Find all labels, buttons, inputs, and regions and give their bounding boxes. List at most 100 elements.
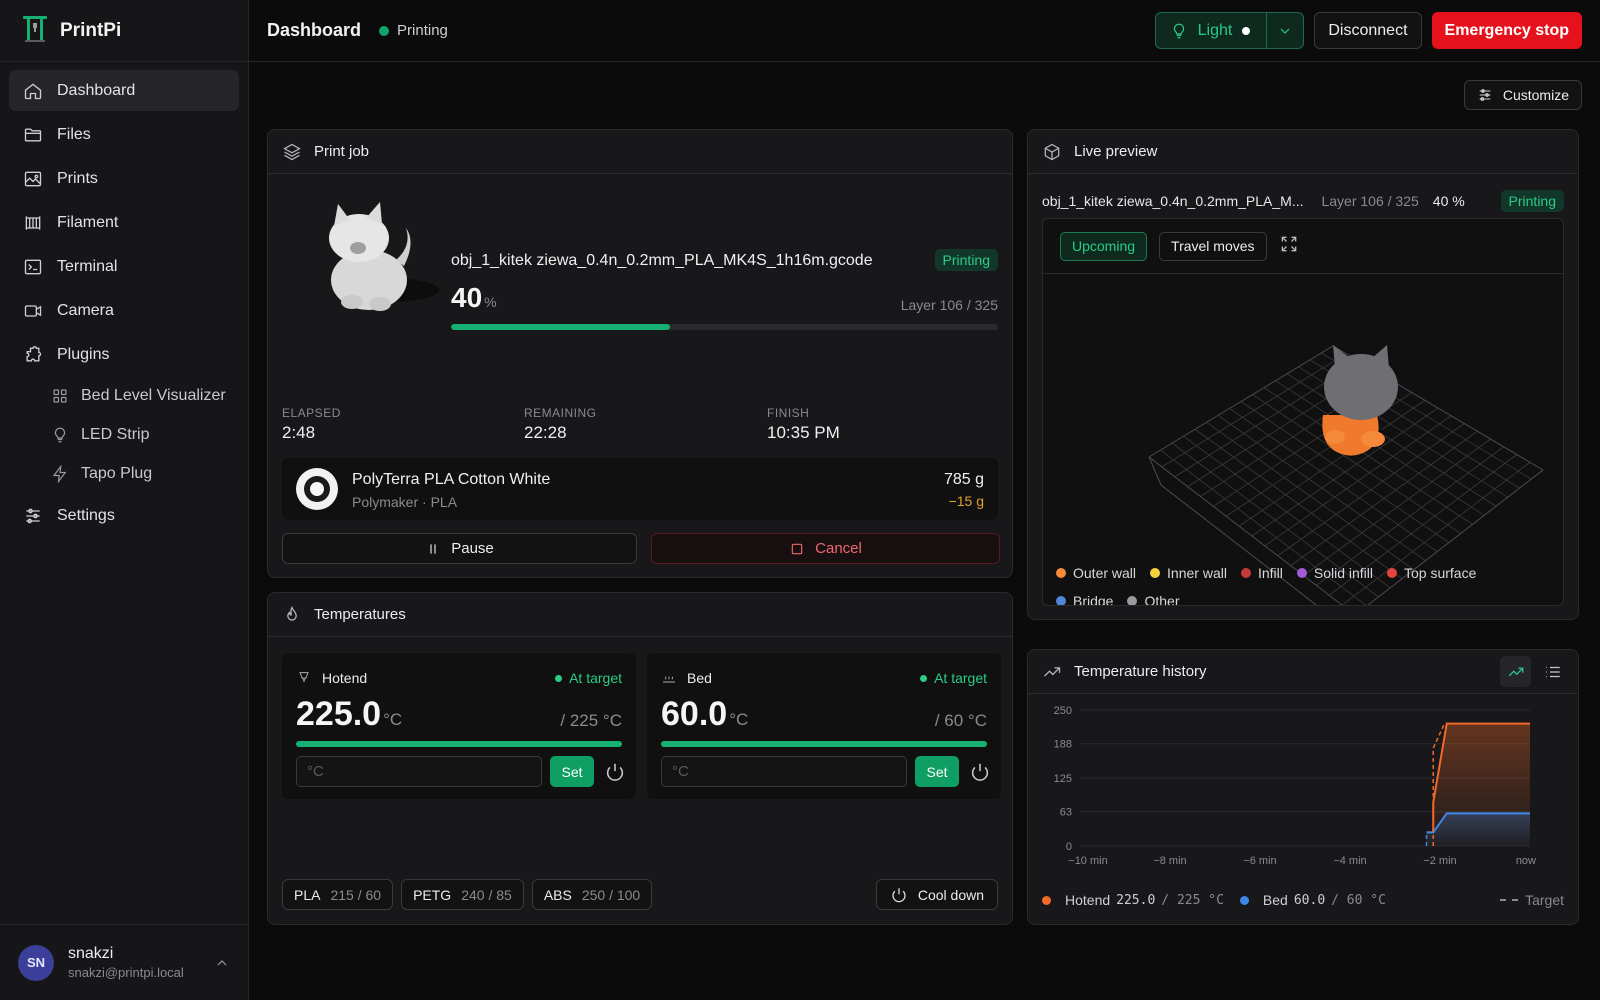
chart-view-button[interactable]	[1500, 656, 1531, 687]
sidebar-item-label: Plugins	[57, 345, 110, 363]
job-progress-fill	[451, 324, 670, 330]
y-tick-label: 125	[1054, 773, 1072, 785]
gcode-viewport[interactable]: Upcoming Travel moves Outer wall Inner w…	[1042, 218, 1564, 606]
bed-temp-input[interactable]	[661, 756, 907, 787]
light-menu-button[interactable]	[1266, 13, 1303, 48]
fullscreen-button[interactable]	[1279, 234, 1299, 258]
status-badge: Printing	[1500, 190, 1564, 212]
cool-down-button[interactable]: Cool down	[875, 879, 998, 910]
user-info: snakzi snakzi@printpi.local	[68, 945, 200, 980]
sidebar-item-terminal[interactable]: Terminal	[9, 246, 239, 287]
light-toggle-button[interactable]: Light	[1156, 13, 1267, 48]
folder-icon	[24, 128, 42, 141]
sidebar-item-bed-level-visualizer[interactable]: Bed Level Visualizer	[9, 378, 239, 414]
disconnect-button[interactable]: Disconnect	[1314, 12, 1422, 49]
cancel-button[interactable]: Cancel	[651, 533, 1000, 564]
home-icon	[24, 82, 42, 99]
legend-target: / 225 °C	[1161, 892, 1224, 908]
y-tick-label: 250	[1054, 705, 1072, 717]
temp-value: 225.0	[296, 695, 382, 733]
bed-off-button[interactable]	[969, 761, 991, 783]
stat-value: 10:35 PM	[767, 423, 840, 442]
puzzle-icon	[26, 345, 42, 361]
sidebar-item-dashboard[interactable]: Dashboard	[9, 70, 239, 111]
temperature-history-card: Temperature history 0 63 125 188 250 −10 min −…	[1027, 649, 1579, 925]
legend-item: Other	[1127, 593, 1180, 606]
hotend-set-button[interactable]: Set	[550, 756, 594, 787]
sidebar-item-led-strip[interactable]: LED Strip	[9, 417, 239, 453]
history-view-toggle	[1500, 656, 1568, 687]
chevron-up-icon[interactable]	[214, 955, 230, 971]
legend-hotend: Hotend 225.0 / 225 °C	[1042, 892, 1224, 908]
preset-abs-button[interactable]: ABS 250 / 100	[531, 879, 653, 910]
filament-usage: −15 g	[948, 493, 984, 509]
filament-info[interactable]: PolyTerra PLA Cotton White Polymaker · P…	[282, 458, 998, 520]
hotend-temp-input[interactable]	[296, 756, 542, 787]
image-icon	[24, 171, 42, 186]
printer-status: Printing	[379, 22, 448, 39]
spool-icon	[296, 468, 338, 510]
sidebar-item-files[interactable]: Files	[9, 114, 239, 155]
x-tick-label: −10 min	[1068, 855, 1107, 867]
sidebar-item-label: Prints	[57, 169, 98, 187]
job-percent: 40%	[451, 282, 497, 314]
stat-finish: FINISH 10:35 PM	[767, 406, 840, 443]
pause-icon	[430, 543, 436, 554]
sidebar-item-prints[interactable]: Prints	[9, 158, 239, 199]
hotend-current-temp: 225.0 °C	[296, 695, 402, 734]
bulb-icon	[54, 427, 66, 443]
trend-icon	[1044, 666, 1061, 677]
stat-elapsed: ELAPSED 2:48	[282, 406, 341, 443]
pause-button[interactable]: Pause	[282, 533, 637, 564]
legend-label: Other	[1144, 593, 1180, 606]
page-title: Dashboard	[267, 20, 362, 40]
sidebar-item-camera[interactable]: Camera	[9, 290, 239, 331]
brand[interactable]: PrintPi	[0, 0, 248, 62]
card-header: Temperature history	[1028, 650, 1578, 694]
camera-icon	[24, 304, 42, 317]
hotend-off-button[interactable]	[604, 761, 626, 783]
user-name: snakzi	[68, 945, 114, 962]
temperature-chart: 0 63 125 188 250 −10 min −8 min −6 min −4 min −2 …	[1054, 705, 1536, 867]
job-layer: Layer 106 / 325	[900, 297, 998, 313]
legend-target: / 60 °C	[1331, 892, 1386, 908]
live-preview-card: Live preview obj_1_kitek ziewa_0.4n_0.2m…	[1027, 129, 1579, 620]
upcoming-toggle[interactable]: Upcoming	[1060, 231, 1148, 261]
job-progress-bar	[451, 324, 998, 330]
cube-icon	[1044, 143, 1060, 160]
model-thumbnail	[329, 202, 439, 311]
preset-pla-button[interactable]: PLA 215 / 60	[282, 879, 394, 910]
sidebar-item-label: Filament	[57, 213, 119, 231]
sidebar-item-plugins[interactable]: Plugins	[9, 334, 239, 375]
power-icon	[892, 887, 906, 902]
list-view-button[interactable]	[1537, 656, 1568, 687]
x-tick-label: −2 min	[1423, 855, 1456, 867]
preset-petg-button[interactable]: PETG 240 / 85	[401, 879, 524, 910]
light-color-indicator	[1242, 26, 1251, 35]
at-target-indicator: At target	[920, 670, 987, 686]
legend-swatch	[1150, 568, 1161, 578]
sidebar-item-settings[interactable]: Settings	[9, 495, 239, 536]
preset-values: 215 / 60	[330, 886, 382, 903]
sidebar-item-filament[interactable]: Filament	[9, 202, 239, 243]
cool-down-label: Cool down	[917, 886, 984, 903]
hotend-temp-bar	[296, 741, 622, 747]
nozzle-icon	[299, 672, 309, 683]
card-title: Live preview	[1074, 143, 1158, 160]
at-target-label: At target	[934, 670, 987, 686]
expand-icon	[1281, 236, 1296, 252]
preset-name: ABS	[543, 886, 572, 903]
legend-swatch	[1127, 596, 1138, 605]
bed-set-button[interactable]: Set	[915, 756, 959, 787]
user-menu[interactable]: SN snakzi snakzi@printpi.local	[0, 924, 248, 1000]
travel-moves-toggle[interactable]: Travel moves	[1159, 231, 1267, 261]
customize-button[interactable]: Customize	[1463, 80, 1582, 110]
sidebar-item-tapo-plug[interactable]: Tapo Plug	[9, 456, 239, 492]
top-actions: Light Disconnect Emergency stop	[1154, 12, 1582, 49]
sidebar-item-label: Tapo Plug	[81, 465, 153, 482]
hotend-panel: Hotend At target 225.0°C / 225 °C Set	[282, 653, 636, 799]
emergency-stop-button[interactable]: Emergency stop	[1431, 12, 1582, 49]
print-bed-scene	[1148, 345, 1544, 605]
legend-item: Solid infill	[1296, 565, 1373, 581]
percent-value: 40	[451, 282, 483, 313]
